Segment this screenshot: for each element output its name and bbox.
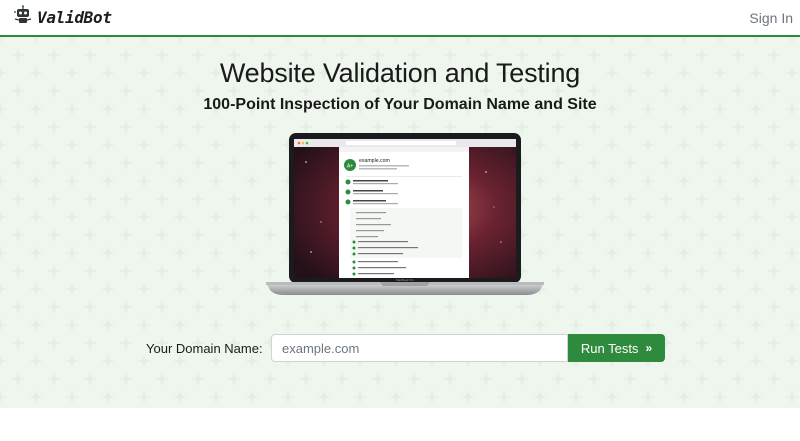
run-tests-button[interactable]: Run Tests » xyxy=(568,334,665,362)
laptop-screenshot-image: A+ example.com MacBook Pro xyxy=(266,133,544,295)
laptop-device-label: MacBook Pro xyxy=(396,278,414,282)
double-chevron-right-icon: » xyxy=(645,341,653,355)
domain-form: Your Domain Name: Run Tests » xyxy=(0,334,800,364)
laptop-grade-text: A+ xyxy=(347,164,353,170)
hero-section: Website Validation and Testing 100-Point… xyxy=(0,37,800,408)
domain-label: Your Domain Name: xyxy=(146,341,263,356)
sign-in-link[interactable]: Sign In xyxy=(749,10,793,26)
laptop-site-text: example.com xyxy=(359,158,390,164)
domain-input[interactable] xyxy=(271,334,568,362)
run-tests-label: Run Tests xyxy=(580,340,639,356)
page-title: Website Validation and Testing xyxy=(219,58,581,88)
page-subtitle: 100-Point Inspection of Your Domain Name… xyxy=(203,96,597,113)
brand-logo[interactable]: ValidBot xyxy=(12,5,112,30)
navbar: ValidBot Sign In xyxy=(0,0,800,37)
robot-icon xyxy=(12,5,34,30)
brand-name: ValidBot xyxy=(37,8,112,27)
